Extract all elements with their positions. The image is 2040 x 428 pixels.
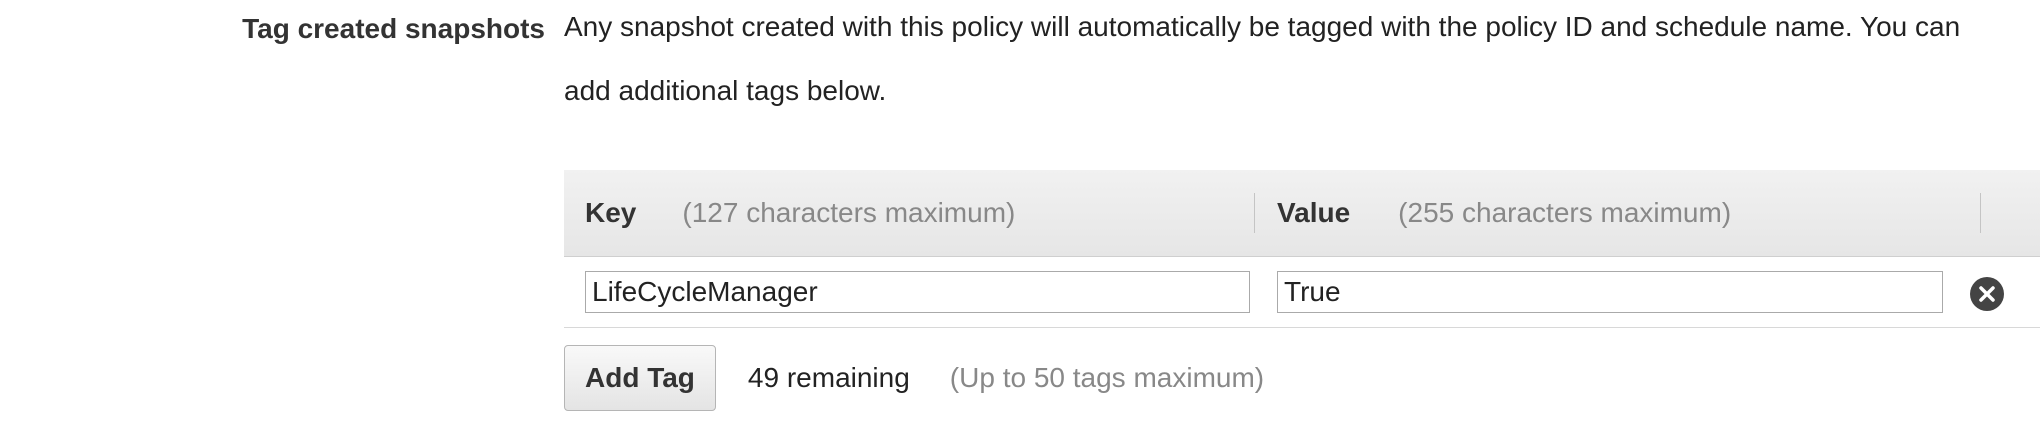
tags-limit-note: (Up to 50 tags maximum) [949,362,1265,393]
tag-row [564,257,2040,328]
value-header-label: Value [1277,197,1351,228]
column-divider [1254,193,1255,233]
tag-key-input[interactable] [585,271,1250,313]
key-column-header: Key (127 characters maximum) [585,170,1015,256]
column-divider [1980,193,1981,233]
key-header-label: Key [585,197,637,228]
close-circle-icon [1979,286,1995,302]
tag-table: Key (127 characters maximum) Value (255 … [564,170,2040,328]
value-column-header: Value (255 characters maximum) [1277,170,1731,256]
value-header-hint: (255 characters maximum) [1398,197,1732,228]
tag-value-input[interactable] [1277,271,1943,313]
tag-description: Any snapshot created with this policy wi… [564,11,2014,141]
tag-created-snapshots-label: Tag created snapshots [242,13,545,44]
tag-footer: Add Tag 49 remaining (Up to 50 tags maxi… [564,345,1264,411]
tags-remaining-count: 49 remaining [747,362,910,393]
remove-tag-icon[interactable] [1970,277,2004,311]
tag-description-text: Any snapshot created with this policy wi… [564,11,1961,106]
add-tag-button[interactable]: Add Tag [564,345,716,411]
tag-table-header: Key (127 characters maximum) Value (255 … [564,170,2040,257]
key-header-hint: (127 characters maximum) [682,197,1016,228]
